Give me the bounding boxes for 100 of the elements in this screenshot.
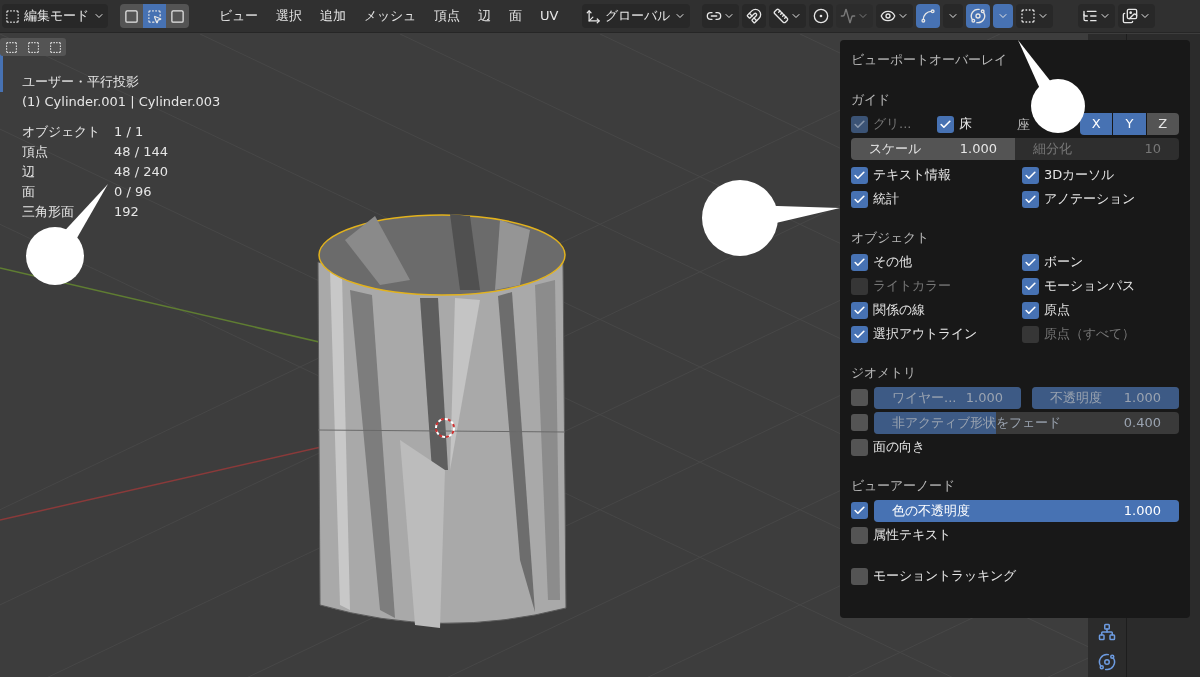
checkbox[interactable]	[851, 438, 868, 456]
checkbox[interactable]	[851, 414, 868, 431]
checkbox[interactable]	[851, 190, 868, 208]
stat-value: 48 / 240	[114, 163, 168, 181]
checkbox[interactable]	[851, 301, 868, 319]
mode-dropdown[interactable]: 編集モード	[2, 4, 108, 28]
checkbox[interactable]	[937, 115, 954, 133]
select-mode-button[interactable]	[143, 4, 166, 28]
menu-item[interactable]: メッシュ	[358, 6, 422, 26]
section-title: ビューアーノード	[851, 477, 956, 495]
axis-toggle[interactable]: Z	[1146, 113, 1179, 135]
check-icon	[853, 303, 866, 317]
toolbar-button[interactable]	[702, 4, 740, 28]
checkbox[interactable]	[851, 325, 868, 343]
checkbox[interactable]	[851, 253, 868, 271]
circle-dot-icon	[813, 8, 830, 24]
number-field[interactable]: スケール 1.000	[851, 138, 1015, 160]
checkbox[interactable]	[1022, 253, 1039, 271]
checkbox-label: その他	[873, 253, 912, 272]
slider-value: 1.000	[1123, 501, 1161, 520]
stat-value: 48 / 144	[114, 143, 168, 161]
checkbox-label: テキスト情報	[873, 166, 951, 185]
checkbox[interactable]	[1022, 190, 1039, 208]
check-icon	[1024, 192, 1037, 206]
magnet-icon	[746, 8, 763, 24]
checkbox-label: 3Dカーソル	[1044, 166, 1115, 185]
checkbox-label: ライトカラー	[873, 277, 951, 296]
eye-icon	[880, 8, 897, 24]
popover-title: ビューポートオーバーレイ	[851, 51, 1008, 69]
check-icon	[1024, 168, 1037, 182]
slider-label: 色の不透明度	[892, 501, 970, 520]
axis-toggle[interactable]: X	[1080, 113, 1113, 135]
check-icon	[1024, 303, 1037, 317]
stat-label: 辺	[22, 163, 36, 181]
toolbar-button[interactable]	[1078, 4, 1116, 28]
stat-label: オブジェクト	[22, 123, 101, 141]
toolbar-button[interactable]	[769, 4, 807, 28]
spline-icon	[920, 8, 937, 24]
toolbar-button[interactable]	[966, 4, 991, 28]
menu-item[interactable]: 頂点	[428, 6, 466, 26]
menu-item[interactable]: ビュー	[213, 6, 264, 26]
checkbox[interactable]	[1022, 277, 1039, 295]
curve-icon	[840, 8, 857, 24]
checkbox[interactable]	[1022, 301, 1039, 319]
checkbox[interactable]	[851, 502, 868, 519]
menu-item[interactable]: 面	[503, 6, 528, 26]
object-name: (1) Cylinder.001 | Cylinder.003	[22, 93, 221, 111]
checkbox-label: 選択アウトライン	[873, 325, 977, 344]
checkbox-label: 面の向き	[873, 438, 925, 457]
images-icon	[1122, 8, 1139, 24]
checkbox[interactable]	[851, 567, 868, 585]
toolbar-button[interactable]	[809, 4, 834, 28]
toolbar-button[interactable]	[916, 4, 941, 28]
menu-item[interactable]: UV	[534, 6, 565, 26]
check-icon	[1024, 279, 1037, 293]
checkbox-label: 属性テキスト	[873, 526, 951, 545]
slider-field[interactable]: 色の不透明度 1.000	[874, 499, 1179, 522]
slider-label: 不透明度	[1050, 388, 1102, 407]
list-tree-icon	[1082, 8, 1099, 24]
stat-label: 頂点	[22, 143, 49, 161]
check-icon	[853, 117, 866, 131]
vertex-graph-icon[interactable]	[1098, 623, 1116, 641]
toolbar-button[interactable]	[993, 4, 1014, 28]
stat-value: 0 / 96	[114, 183, 152, 201]
face-select-icon	[170, 8, 185, 24]
menu-item[interactable]: 選択	[270, 6, 308, 26]
axis-toggle[interactable]: Y	[1113, 113, 1146, 135]
toolbar-button[interactable]	[1118, 4, 1156, 28]
ruler-icon	[773, 8, 790, 24]
dashed-square-icon	[4, 40, 18, 54]
toolbar-button[interactable]	[742, 4, 767, 28]
checkbox-label: 床	[959, 115, 972, 134]
check-icon	[853, 504, 866, 517]
check-icon	[1024, 255, 1037, 269]
toolbar-button[interactable]	[1016, 4, 1054, 28]
checkbox[interactable]	[1022, 166, 1039, 184]
mode-icon	[5, 8, 20, 24]
slider-label: ワイヤー...	[892, 388, 957, 407]
target-icon[interactable]	[1098, 653, 1116, 671]
slider-value: 0.400	[1123, 413, 1161, 432]
menu-item[interactable]: 辺	[472, 6, 497, 26]
stat-value: 192	[114, 203, 139, 221]
field-label: 細分化	[1033, 140, 1072, 159]
stat-label: 三角形面	[22, 203, 75, 221]
checkbox[interactable]	[851, 389, 868, 406]
slider-label: 非アクティブ形状をフェード	[892, 413, 1061, 432]
checkbox[interactable]	[851, 166, 868, 184]
check-icon	[853, 255, 866, 269]
checkbox-label: 関係の線	[873, 301, 925, 320]
orientation-dropdown[interactable]: グローバル	[582, 4, 691, 28]
field-value: 1.000	[959, 140, 997, 159]
check-icon	[853, 327, 866, 341]
toolbar-button[interactable]	[876, 4, 914, 28]
view-name: ユーザー・平行投影	[22, 73, 139, 91]
check-icon	[853, 192, 866, 206]
stat-value: 1 / 1	[114, 123, 144, 141]
menu-item[interactable]: 追加	[314, 6, 352, 26]
checkbox[interactable]	[851, 526, 868, 544]
checkbox-label: アノテーション	[1044, 190, 1135, 209]
checkbox-label: 原点（すべて）	[1044, 325, 1135, 344]
